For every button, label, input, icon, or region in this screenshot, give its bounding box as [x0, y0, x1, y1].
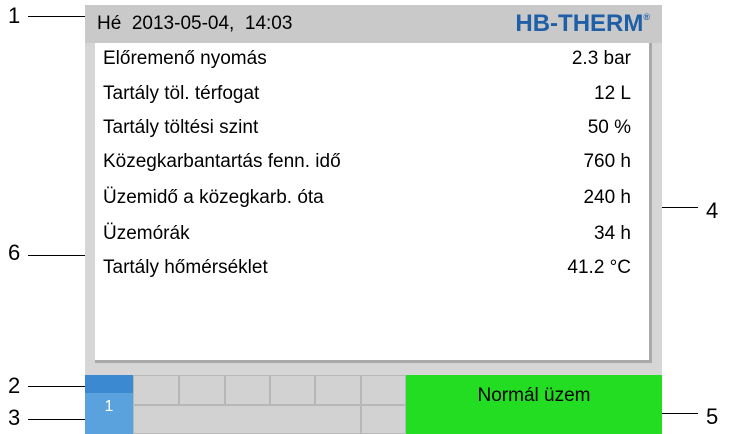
unit-slot[interactable]: [225, 375, 270, 405]
unit-slot[interactable]: [315, 375, 361, 405]
logo-registered-mark: ®: [643, 12, 650, 22]
row-label: Előremenő nyomás: [103, 48, 267, 69]
header-bar: Hé 2013-05-04, 14:03 HB-THERM®: [85, 5, 662, 43]
row-label: Közegkarbantartás fenn. idő: [103, 151, 341, 172]
callout-5: 5: [706, 404, 719, 429]
list-item: Üzemórák 34 h: [103, 220, 631, 250]
list-item: Tartály hőmérséklet 41.2 °C: [103, 254, 631, 284]
hb-therm-logo: HB-THERM®: [515, 10, 650, 38]
list-item: Üzemidő a közegkarb. óta 240 h: [103, 184, 631, 214]
row-label: Tartály hőmérséklet: [103, 257, 268, 278]
date-time: Hé 2013-05-04, 14:03: [97, 13, 293, 34]
list-item: Előremenő nyomás 2.3 bar: [103, 45, 631, 75]
unit-slot[interactable]: [361, 375, 406, 405]
row-label: Tartály töl. térfogat: [103, 83, 260, 104]
row-label: Üzemórák: [103, 223, 190, 244]
list-item: Tartály töltési szint 50 %: [103, 114, 631, 144]
row-value: 41.2 °C: [567, 257, 631, 278]
logo-text: HB-THERM: [515, 10, 644, 37]
row-value: 240 h: [583, 187, 631, 208]
list-item: Tartály töl. térfogat 12 L: [103, 80, 631, 110]
status-text: Normál üzem: [477, 385, 591, 406]
callout-6: 6: [8, 240, 21, 265]
unit-slot[interactable]: [179, 375, 225, 405]
active-unit-number: 1: [104, 398, 114, 415]
row-label: Tartály töltési szint: [103, 117, 259, 138]
row-value: 760 h: [583, 151, 631, 172]
message-area: [133, 405, 361, 434]
active-unit-top: [85, 375, 133, 393]
list-item: Közegkarbantartás fenn. idő 760 h: [103, 148, 631, 178]
row-value: 34 h: [594, 223, 631, 244]
row-value: 12 L: [594, 83, 631, 104]
unit-slot[interactable]: [361, 405, 406, 434]
info-list: Előremenő nyomás 2.3 bar Tartály töl. té…: [95, 43, 652, 363]
row-value: 2.3 bar: [571, 48, 631, 69]
unit-slot[interactable]: [133, 375, 179, 405]
status-field: Normál üzem: [406, 375, 662, 434]
unit-slot[interactable]: [270, 375, 315, 405]
callout-2: 2: [8, 373, 21, 398]
row-label: Üzemidő a közegkarb. óta: [103, 187, 324, 208]
row-value: 50 %: [587, 117, 631, 138]
callout-4: 4: [706, 198, 719, 223]
callout-1: 1: [8, 3, 21, 28]
callout-3: 3: [8, 405, 21, 430]
